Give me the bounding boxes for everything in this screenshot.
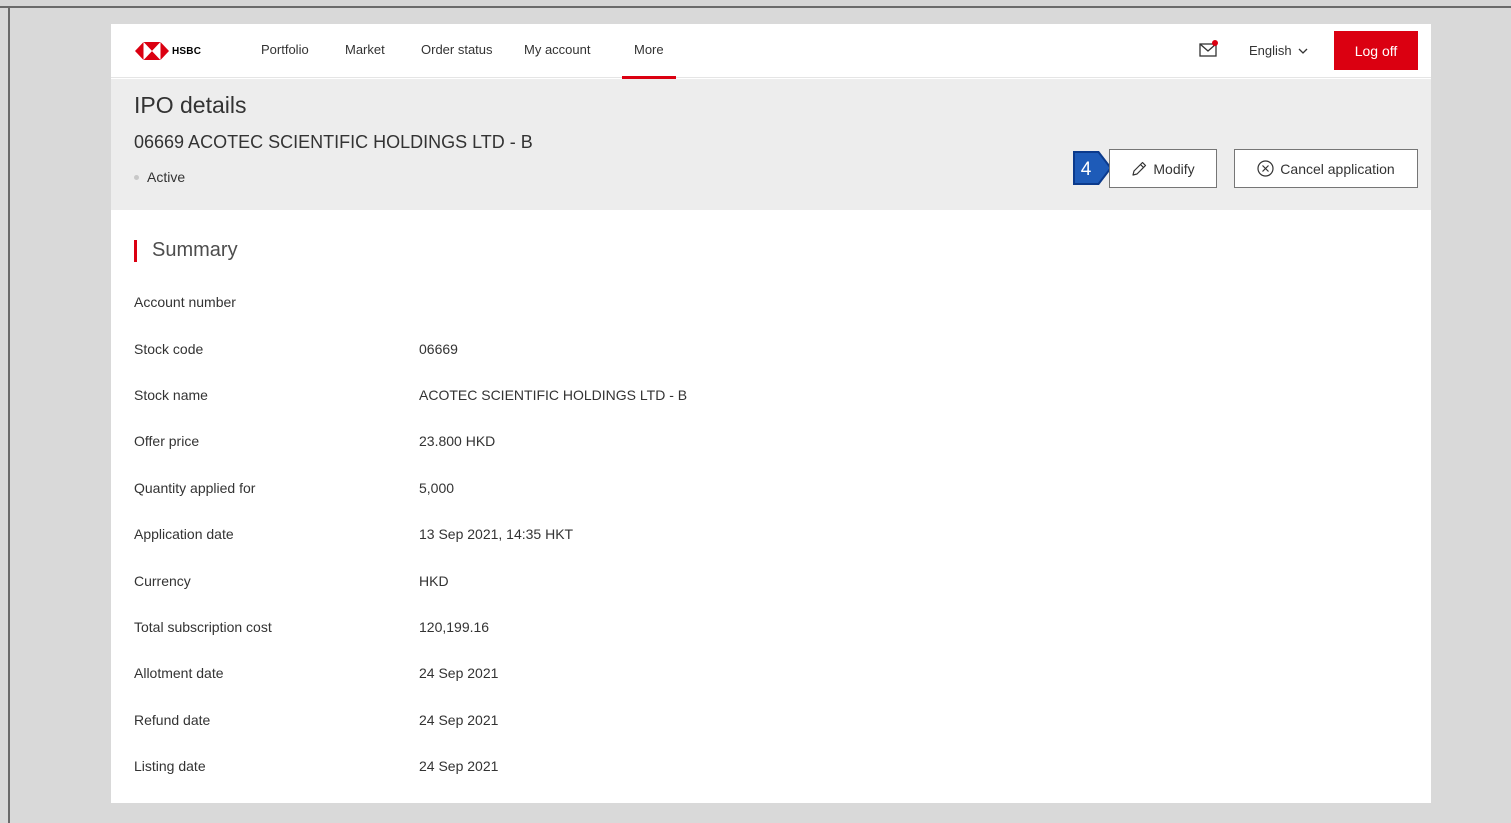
- summary-row-account-number: Account number: [134, 279, 1414, 325]
- row-label: Account number: [134, 294, 236, 311]
- row-value: HKD: [419, 572, 449, 589]
- nav-portfolio[interactable]: Portfolio: [261, 42, 309, 57]
- status-text: Active: [147, 169, 186, 185]
- summary-row-total-cost: Total subscription cost 120,199.16: [134, 604, 1414, 650]
- summary-row-offer-price: Offer price 23.800 HKD: [134, 418, 1414, 464]
- nav-more[interactable]: More: [622, 42, 676, 79]
- row-value: ACOTEC SCIENTIFIC HOLDINGS LTD - B: [419, 386, 688, 403]
- page: HSBC Portfolio Market Order status My ac…: [111, 24, 1431, 803]
- row-label: Currency: [134, 572, 191, 589]
- step-callout-icon: 4: [1073, 151, 1112, 185]
- row-value: 24 Sep 2021: [419, 758, 499, 775]
- cancel-application-button[interactable]: Cancel application: [1234, 149, 1418, 188]
- modify-label: Modify: [1153, 160, 1195, 177]
- row-label: Stock code: [134, 340, 204, 357]
- section-accent-bar: [134, 239, 137, 262]
- top-navigation: HSBC Portfolio Market Order status My ac…: [111, 24, 1431, 79]
- summary-heading: Summary: [134, 239, 238, 262]
- summary-row-refund-date: Refund date 24 Sep 2021: [134, 697, 1414, 743]
- cancel-application-label: Cancel application: [1280, 160, 1395, 177]
- row-value: 24 Sep 2021: [419, 711, 499, 728]
- hsbc-logo[interactable]: HSBC: [135, 42, 201, 60]
- notification-dot: [1212, 40, 1218, 46]
- row-label: Refund date: [134, 711, 211, 728]
- window-frame-top: [0, 0, 1511, 8]
- row-value: 23.800 HKD: [419, 433, 496, 450]
- row-value: 5,000: [419, 479, 455, 496]
- status-dot: [134, 174, 139, 180]
- row-label: Quantity applied for: [134, 479, 256, 496]
- language-label: English: [1249, 43, 1292, 58]
- nav-order-status[interactable]: Order status: [421, 42, 493, 57]
- summary-row-quantity: Quantity applied for 5,000: [134, 465, 1414, 511]
- page-title: IPO details: [134, 92, 247, 118]
- language-selector[interactable]: English: [1249, 43, 1308, 58]
- logo-text: HSBC: [172, 45, 202, 57]
- ipo-header: IPO details 06669 ACOTEC SCIENTIFIC HOLD…: [111, 79, 1431, 210]
- row-label: Application date: [134, 526, 234, 543]
- modify-button[interactable]: Modify: [1109, 149, 1217, 188]
- summary-list: Account number Stock code 06669 Stock na…: [134, 279, 1414, 789]
- step-callout-number: 4: [1081, 159, 1092, 180]
- summary-row-stock-name: Stock name ACOTEC SCIENTIFIC HOLDINGS LT…: [134, 372, 1414, 418]
- chevron-down-icon: [1298, 48, 1308, 54]
- row-label: Listing date: [134, 758, 206, 775]
- close-circle-icon: [1257, 160, 1274, 177]
- nav-my-account[interactable]: My account: [524, 42, 590, 57]
- summary-row-application-date: Application date 13 Sep 2021, 14:35 HKT: [134, 511, 1414, 557]
- summary-row-stock-code: Stock code 06669: [134, 325, 1414, 371]
- log-off-button[interactable]: Log off: [1334, 31, 1418, 70]
- window-frame-left: [8, 8, 10, 823]
- row-value: 24 Sep 2021: [419, 665, 499, 682]
- pencil-icon: [1131, 161, 1147, 177]
- row-label: Total subscription cost: [134, 618, 272, 635]
- hexagon-logo-icon: [135, 42, 169, 60]
- summary-row-allotment-date: Allotment date 24 Sep 2021: [134, 650, 1414, 696]
- row-value: 06669: [419, 340, 458, 357]
- stock-title: 06669 ACOTEC SCIENTIFIC HOLDINGS LTD - B: [134, 132, 533, 152]
- row-label: Offer price: [134, 433, 200, 450]
- row-label: Allotment date: [134, 665, 224, 682]
- status-indicator: Active: [134, 169, 185, 185]
- summary-title: Summary: [152, 239, 238, 261]
- summary-row-listing-date: Listing date 24 Sep 2021: [134, 743, 1414, 789]
- summary-row-currency: Currency HKD: [134, 557, 1414, 603]
- row-value: 120,199.16: [419, 618, 490, 635]
- nav-market[interactable]: Market: [345, 42, 385, 57]
- row-label: Stock name: [134, 386, 208, 403]
- row-value: 13 Sep 2021, 14:35 HKT: [419, 526, 574, 543]
